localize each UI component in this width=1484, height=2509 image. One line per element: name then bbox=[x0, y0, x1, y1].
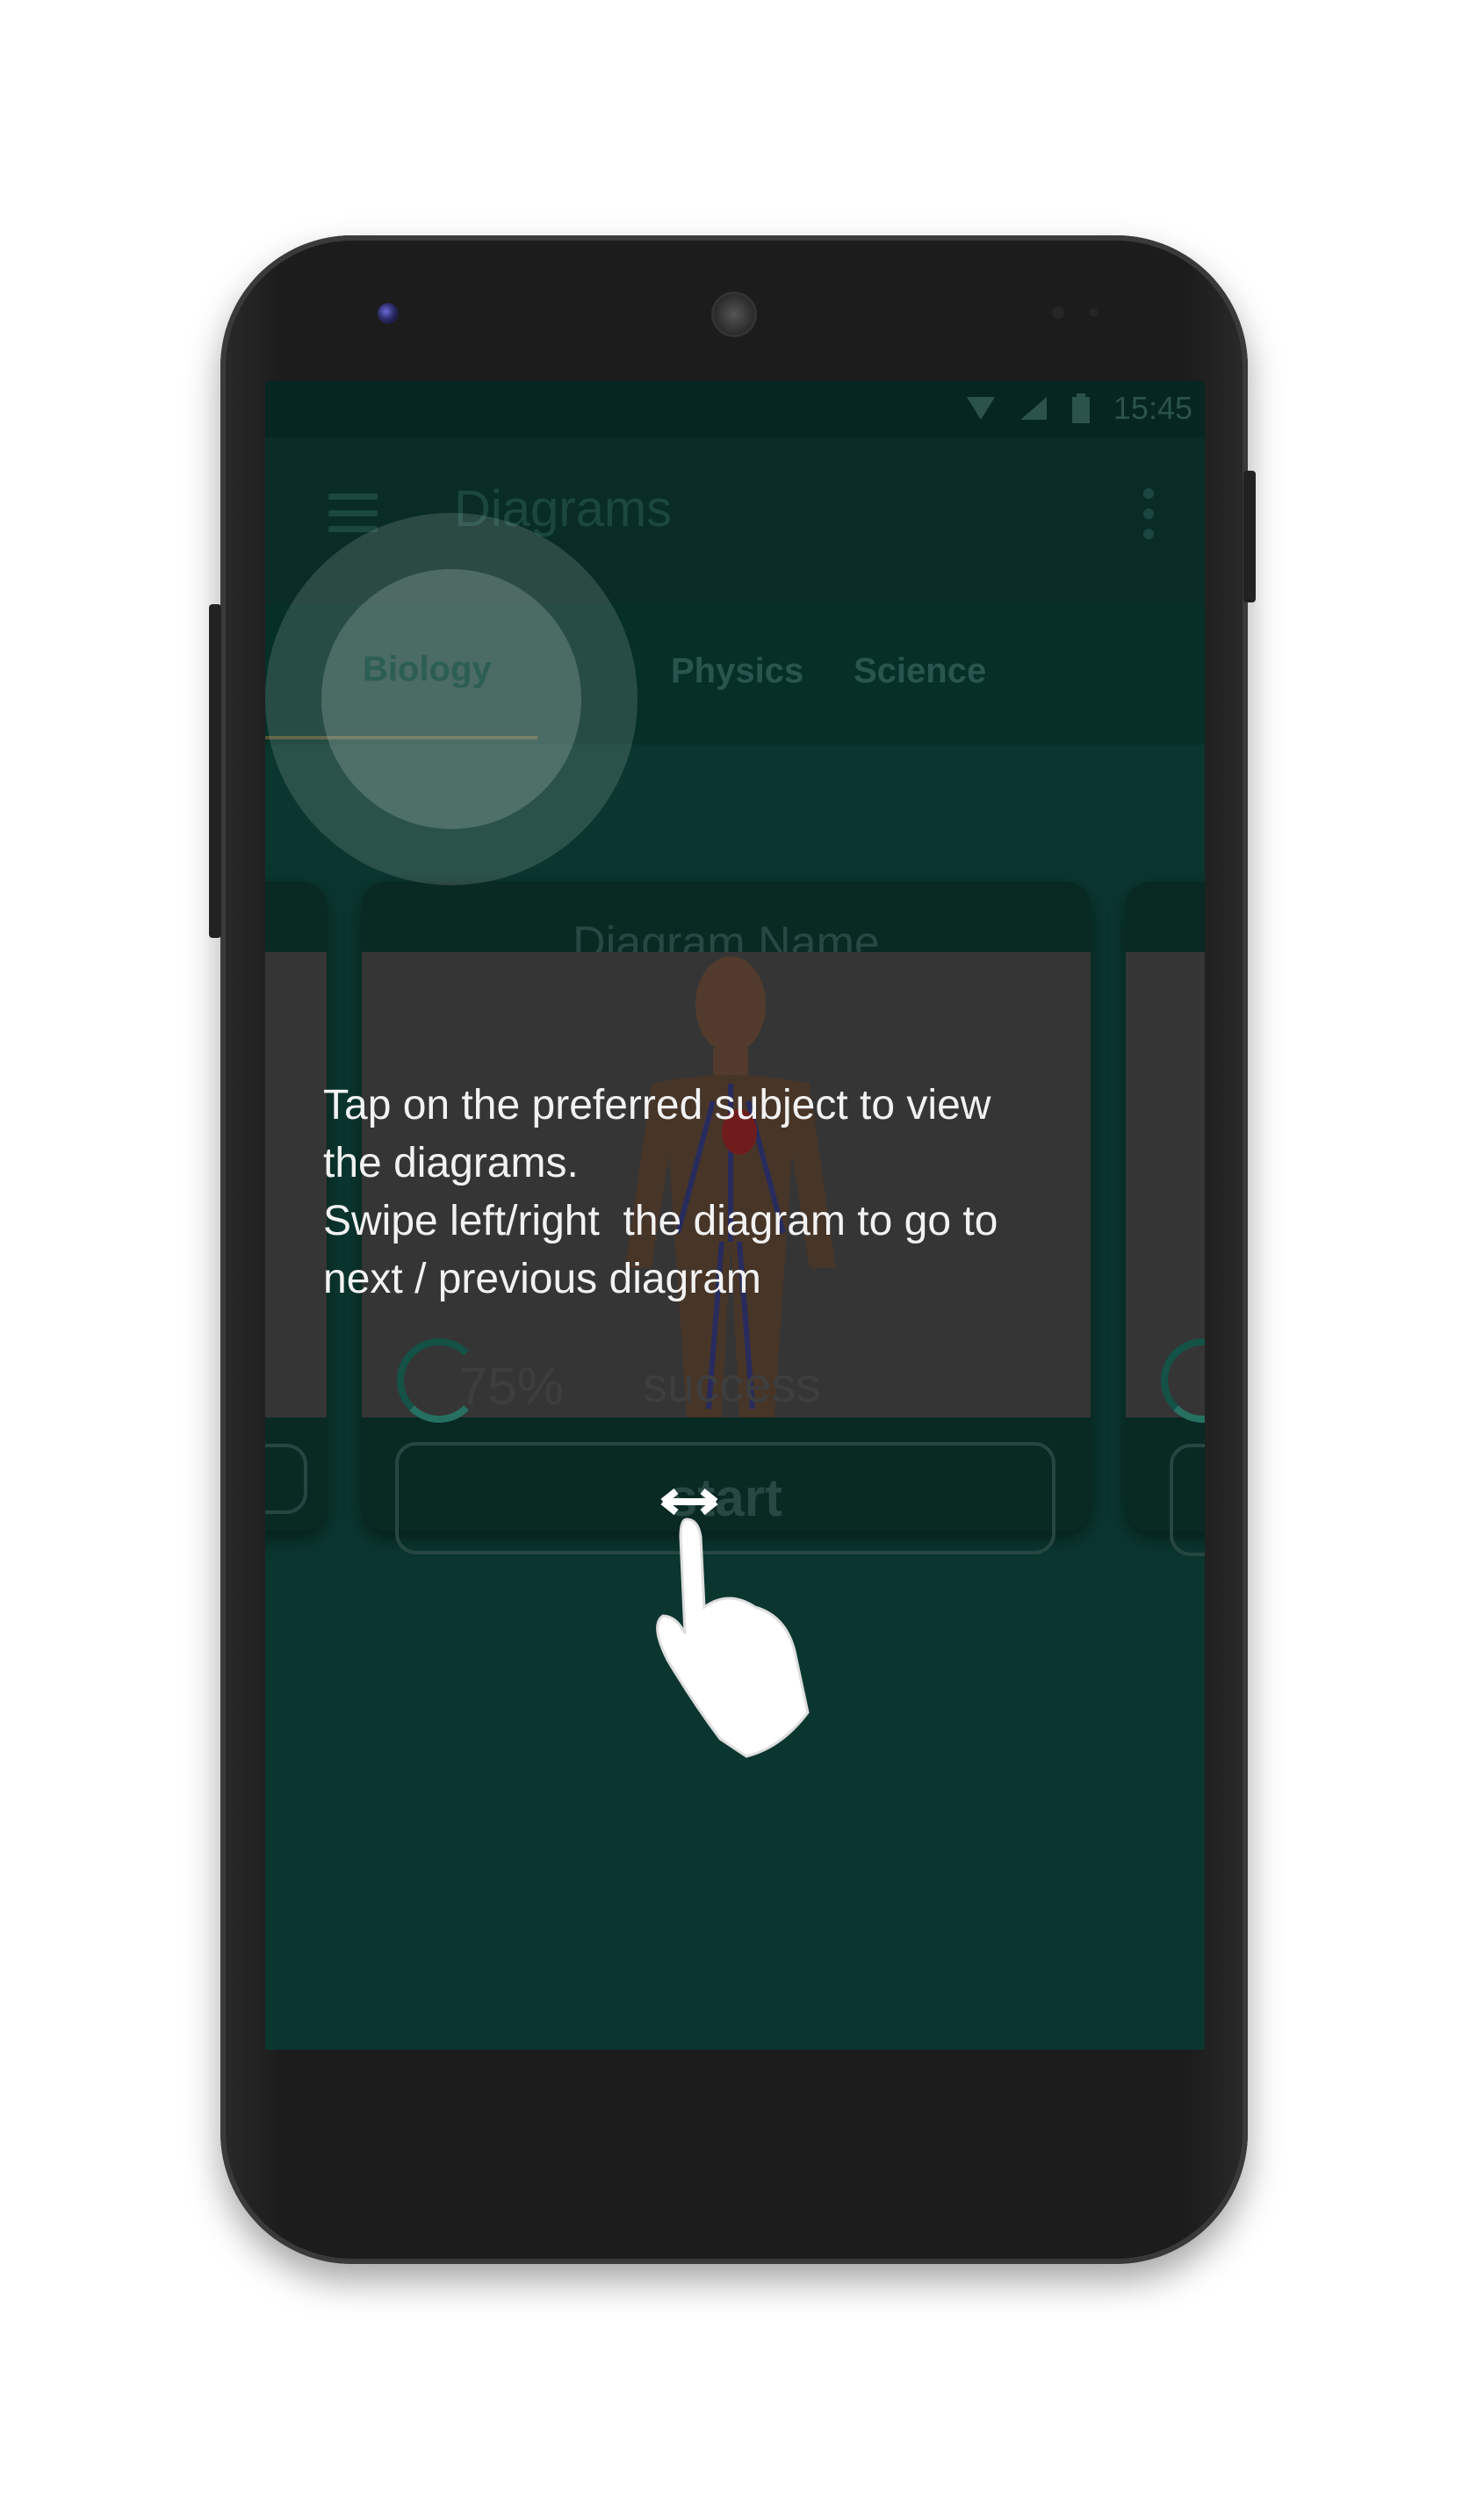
spotlight-inner-ring bbox=[321, 569, 581, 829]
proximity-sensor bbox=[1052, 306, 1064, 319]
earpiece-speaker bbox=[711, 292, 757, 337]
power-button bbox=[1243, 471, 1256, 602]
tab-biology[interactable]: Biology bbox=[363, 650, 492, 689]
volume-button bbox=[209, 604, 221, 938]
tutorial-hint-text: Tap on the preferred subject to view the… bbox=[323, 1082, 998, 1302]
light-sensor bbox=[1089, 308, 1098, 317]
swipe-hand-icon bbox=[656, 1488, 810, 1758]
front-camera bbox=[378, 303, 399, 324]
